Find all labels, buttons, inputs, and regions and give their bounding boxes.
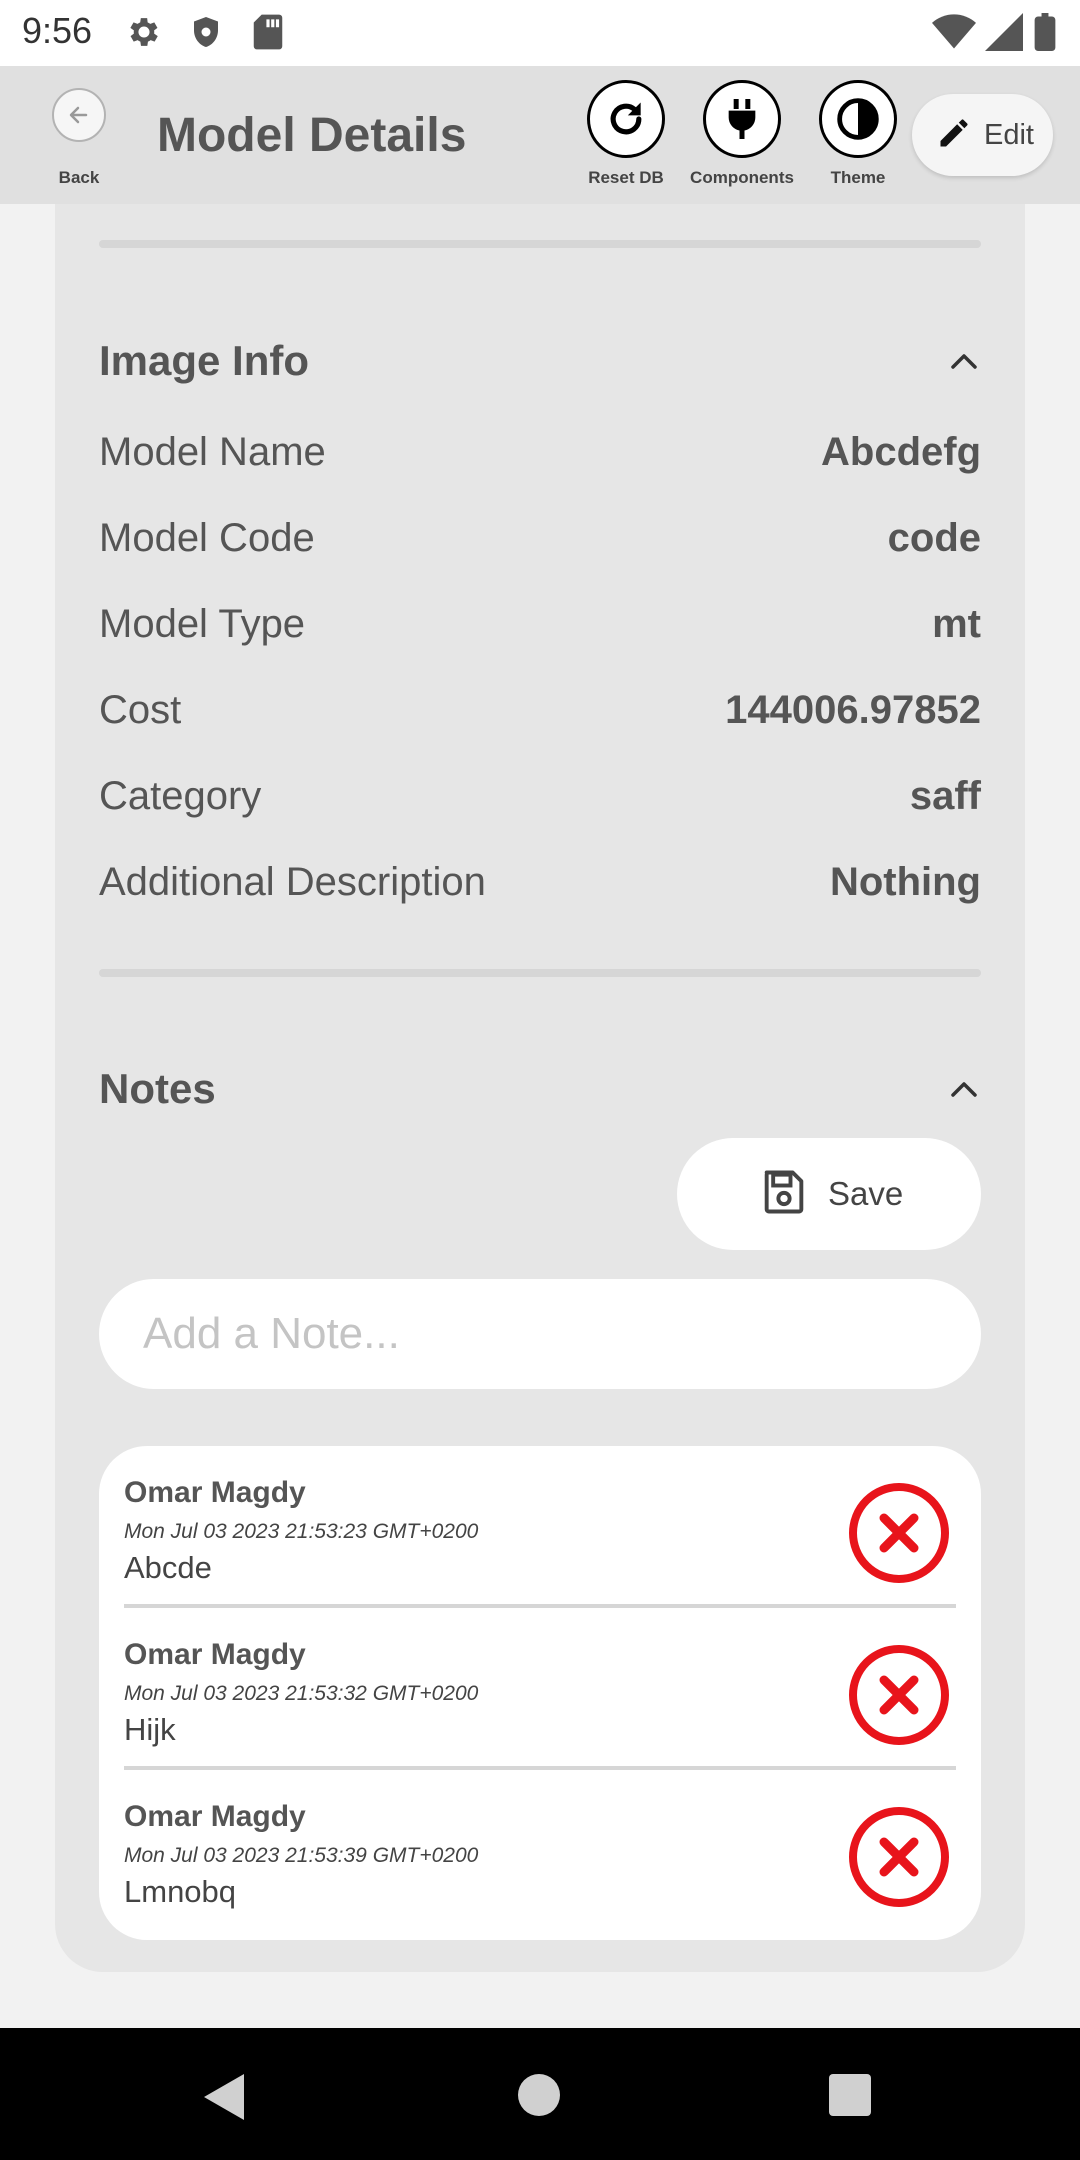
pencil-icon [936, 115, 972, 156]
close-circle-icon [849, 1483, 949, 1583]
chevron-up-icon[interactable] [950, 352, 978, 370]
signal-icon [985, 13, 1023, 56]
save-label: Save [828, 1175, 904, 1212]
components-label: Components [690, 168, 794, 187]
theme-button[interactable]: Theme [803, 80, 913, 200]
info-value: 144006.97852 [725, 688, 981, 732]
nav-back-icon[interactable] [202, 2074, 246, 2125]
theme-label: Theme [830, 168, 886, 187]
info-value: mt [932, 602, 981, 646]
info-row-model-code: Model Code code [99, 516, 981, 576]
info-label: Model Name [99, 430, 326, 474]
nav-home-icon[interactable] [518, 2074, 560, 2116]
info-row-category: Category saff [99, 774, 981, 834]
note-item: Omar Magdy Mon Jul 03 2023 21:53:23 GMT+… [99, 1446, 981, 1608]
info-value: Abcdefg [821, 430, 981, 474]
note-date: Mon Jul 03 2023 21:53:23 GMT+0200 [124, 1520, 479, 1543]
info-row-additional-description: Additional Description Nothing [99, 860, 981, 920]
nav-recents-icon[interactable] [829, 2074, 871, 2116]
divider [99, 969, 981, 977]
reset-db-label: Reset DB [588, 168, 664, 187]
components-button[interactable]: Components [687, 80, 797, 200]
back-button[interactable]: Back [40, 88, 118, 188]
add-note-input[interactable] [99, 1279, 981, 1389]
note-text: Hijk [124, 1712, 176, 1747]
sd-card-icon [252, 13, 284, 56]
note-author: Omar Magdy [124, 1638, 306, 1671]
image-info-title: Image Info [99, 337, 310, 384]
battery-icon [1034, 13, 1056, 56]
status-time: 9:56 [22, 10, 93, 51]
app-bar: Back Model Details Reset DB Components T… [0, 66, 1080, 204]
info-row-cost: Cost 144006.97852 [99, 688, 981, 748]
note-item: Omar Magdy Mon Jul 03 2023 21:53:32 GMT+… [99, 1608, 981, 1770]
reset-db-button[interactable]: Reset DB [571, 80, 681, 200]
close-circle-icon [849, 1645, 949, 1745]
edit-button[interactable]: Edit [912, 94, 1053, 176]
chevron-up-icon[interactable] [950, 1080, 978, 1098]
info-row-model-name: Model Name Abcdefg [99, 430, 981, 490]
delete-note-button[interactable] [848, 1806, 950, 1908]
close-circle-icon [849, 1807, 949, 1907]
divider [99, 240, 981, 248]
notes-title: Notes [99, 1065, 216, 1112]
refresh-icon [587, 80, 665, 158]
shield-icon [188, 13, 224, 56]
info-label: Model Type [99, 602, 306, 646]
info-label: Additional Description [99, 860, 486, 904]
back-label: Back [58, 168, 100, 187]
delete-note-button[interactable] [848, 1644, 950, 1746]
status-bar: 9:56 [0, 0, 1080, 66]
note-date: Mon Jul 03 2023 21:53:32 GMT+0200 [124, 1682, 479, 1705]
info-value: saff [909, 774, 981, 818]
note-item: Omar Magdy Mon Jul 03 2023 21:53:39 GMT+… [99, 1770, 981, 1932]
info-value: Nothing [829, 860, 981, 904]
info-value: code [887, 516, 981, 560]
wifi-icon [932, 13, 976, 56]
floppy-disk-icon [758, 1166, 810, 1223]
note-date: Mon Jul 03 2023 21:53:39 GMT+0200 [124, 1844, 479, 1867]
info-label: Model Code [99, 516, 315, 560]
details-card: Image Info Model Name Abcdefg Model Code… [55, 204, 1025, 1972]
notes-list: Omar Magdy Mon Jul 03 2023 21:53:23 GMT+… [99, 1446, 981, 1940]
note-text: Abcde [124, 1550, 212, 1585]
note-author: Omar Magdy [124, 1476, 306, 1509]
system-nav-bar [0, 2028, 1080, 2160]
back-arrow-icon [52, 88, 106, 142]
edit-label: Edit [984, 118, 1034, 151]
delete-note-button[interactable] [848, 1482, 950, 1584]
note-text: Lmnobq [124, 1874, 237, 1909]
info-row-model-type: Model Type mt [99, 602, 981, 662]
theme-icon [819, 80, 897, 158]
info-label: Category [99, 774, 262, 818]
gear-icon [125, 13, 163, 56]
plug-icon [703, 80, 781, 158]
info-label: Cost [99, 688, 182, 732]
save-note-button[interactable]: Save [677, 1138, 981, 1250]
note-author: Omar Magdy [124, 1800, 306, 1833]
page-title: Model Details [157, 109, 467, 162]
